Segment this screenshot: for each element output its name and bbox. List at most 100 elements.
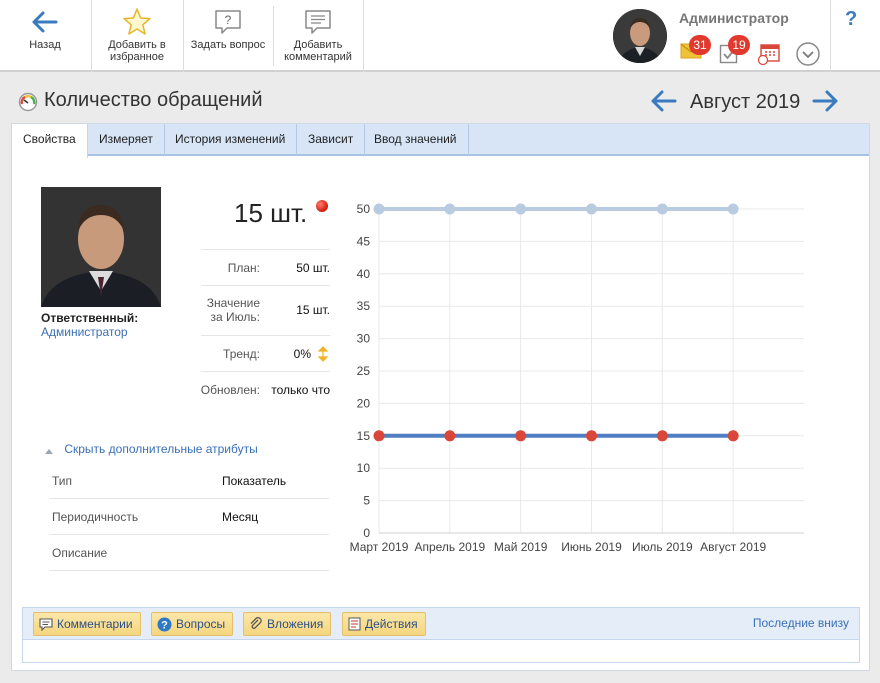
comments-button[interactable]: Комментарии: [33, 612, 141, 636]
month-value: 15 шт.: [296, 303, 330, 317]
tab-measures[interactable]: Измеряет: [88, 124, 165, 156]
attribute-value: Месяц: [222, 510, 259, 524]
back-button[interactable]: Назад: [0, 0, 90, 72]
indicator-chart: 0 5 10 15 20 25 30 35 40 45 50 Март 2019 Апрель 2019…: [350, 202, 804, 554]
paperclip-icon: [249, 617, 263, 631]
caret-up-icon: [45, 443, 53, 457]
series-point-0: [727, 203, 739, 215]
comment-bubble-icon: [303, 8, 333, 36]
add-comment-label: Добавить комментарий: [284, 39, 352, 63]
help-icon[interactable]: ?: [845, 8, 857, 31]
y-tick-label: 0: [363, 526, 370, 540]
chevron-down-icon[interactable]: [796, 42, 820, 69]
x-tick-label: Август 2019: [700, 540, 766, 554]
arrow-left-icon: [32, 8, 58, 36]
trend-row: Тренд: 0%: [201, 335, 330, 371]
discussion-panel: Комментарии ? Вопросы Вложения Действия …: [22, 607, 860, 663]
updated-label: Обновлен:: [200, 383, 260, 397]
gauge-icon: [18, 92, 38, 115]
main-panel: Свойства Измеряет История изменений Зави…: [11, 123, 870, 671]
indicator-value: 15 шт.: [234, 198, 308, 228]
trend-updown-icon: [317, 346, 329, 365]
series-point-1: [586, 430, 597, 442]
attribute-row: Тип Показатель: [49, 463, 329, 499]
attribute-key: Тип: [52, 474, 73, 488]
updated-row: Обновлен: только что: [201, 371, 330, 407]
tab-history[interactable]: История изменений: [164, 124, 298, 156]
x-tick-label: Июнь 2019: [561, 540, 622, 554]
next-period-arrow-icon[interactable]: [812, 90, 838, 115]
star-icon: [122, 8, 152, 36]
x-tick-label: Май 2019: [494, 540, 548, 554]
calendar-icon[interactable]: [757, 43, 781, 68]
updated-value: только что: [271, 383, 330, 397]
plan-row: План: 50 шт.: [201, 249, 330, 285]
add-favorite-label: Добавить в избранное: [108, 39, 166, 63]
y-tick-label: 30: [357, 332, 371, 346]
add-comment-button[interactable]: Добавить комментарий: [274, 0, 362, 72]
user-name[interactable]: Администратор: [679, 10, 789, 26]
ask-question-button[interactable]: ? Задать вопрос: [184, 0, 272, 72]
question-circle-icon: ?: [157, 617, 172, 632]
tab-input-values[interactable]: Ввод значений: [363, 124, 469, 156]
plan-label: План:: [227, 261, 260, 275]
series-point-0: [444, 203, 456, 215]
series-point-1: [444, 430, 456, 442]
attachments-button[interactable]: Вложения: [243, 612, 332, 636]
y-tick-label: 10: [357, 461, 371, 475]
tasks-count-badge: 19: [728, 35, 750, 55]
responsible-photo: [41, 187, 161, 307]
series-point-1: [727, 430, 739, 442]
mail-count-badge: 31: [689, 35, 711, 55]
user-avatar[interactable]: [613, 9, 667, 63]
svg-text:?: ?: [225, 13, 232, 27]
y-tick-label: 20: [357, 396, 371, 410]
series-point-1: [373, 430, 385, 442]
month-value-row: Значение за Июль: 15 шт.: [201, 285, 330, 335]
series-point-1: [515, 430, 527, 442]
tab-bar: Свойства Измеряет История изменений Зави…: [12, 124, 869, 158]
back-label: Назад: [29, 39, 61, 51]
toggle-attributes-link[interactable]: Скрыть дополнительные атрибуты: [45, 442, 258, 457]
comment-icon: [39, 617, 53, 631]
y-tick-label: 50: [357, 202, 371, 216]
checklist-icon: [348, 617, 361, 631]
series-point-0: [586, 203, 597, 215]
top-toolbar: Назад Добавить в избранное ? Задать вопр…: [0, 0, 880, 72]
attachments-label: Вложения: [267, 617, 324, 631]
add-favorite-button[interactable]: Добавить в избранное: [92, 0, 182, 72]
responsible-label: Ответственный:: [41, 311, 139, 325]
trend-value: 0%: [293, 347, 311, 361]
y-tick-label: 45: [357, 234, 371, 248]
series-point-1: [656, 430, 668, 442]
series-point-0: [656, 203, 668, 215]
plan-value: 50 шт.: [296, 261, 330, 275]
actions-label: Действия: [365, 617, 418, 631]
tab-depends[interactable]: Зависит: [297, 124, 366, 156]
attribute-key: Описание: [52, 546, 108, 560]
comments-label: Комментарии: [57, 617, 133, 631]
prev-period-arrow-icon[interactable]: [651, 90, 677, 115]
discussion-toolbar: Комментарии ? Вопросы Вложения Действия …: [23, 608, 859, 640]
sort-last-bottom-link[interactable]: Последние внизу: [753, 616, 849, 630]
x-tick-label: Июль 2019: [632, 540, 693, 554]
actions-button[interactable]: Действия: [342, 612, 426, 636]
trend-label: Тренд:: [223, 347, 260, 361]
month-value-label: Значение за Июль:: [206, 296, 260, 324]
period-label: Август 2019: [690, 91, 801, 113]
y-tick-label: 15: [357, 429, 371, 443]
page-title: Количество обращений: [44, 89, 263, 111]
responsible-link[interactable]: Администратор: [41, 325, 128, 339]
x-tick-label: Апрель 2019: [414, 540, 485, 554]
svg-text:?: ?: [161, 619, 168, 631]
attribute-row: Периодичность Месяц: [49, 499, 329, 535]
question-bubble-icon: ?: [213, 8, 243, 36]
attribute-value: Показатель: [222, 474, 287, 488]
questions-button[interactable]: ? Вопросы: [151, 612, 234, 636]
attribute-row: Описание: [49, 535, 329, 571]
tab-properties[interactable]: Свойства: [12, 124, 88, 158]
questions-label: Вопросы: [176, 617, 226, 631]
y-tick-label: 25: [357, 364, 371, 378]
series-point-0: [515, 203, 527, 215]
y-tick-label: 40: [357, 267, 371, 281]
